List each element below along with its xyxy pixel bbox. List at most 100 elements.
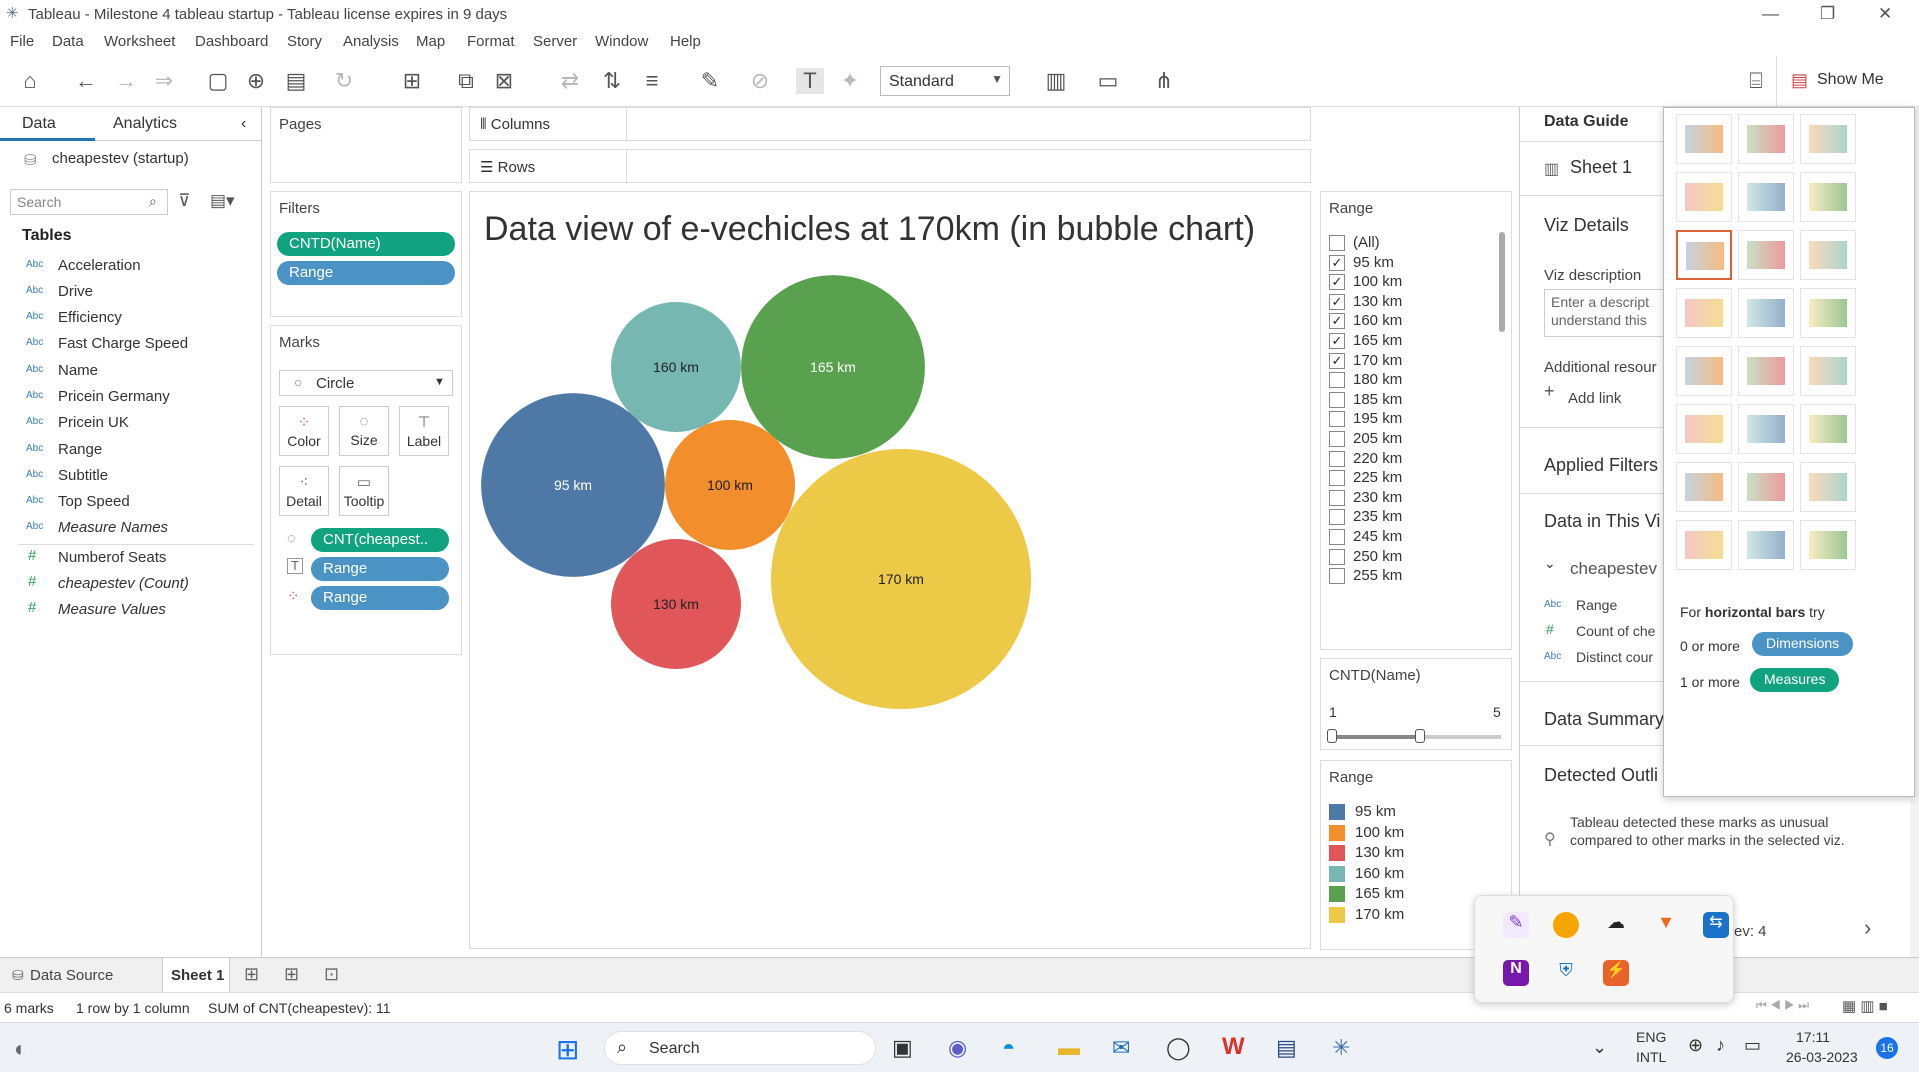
show-cards-icon[interactable]: ▥ bbox=[1042, 68, 1070, 94]
language-line2[interactable]: INTL bbox=[1636, 1049, 1666, 1065]
chart-type-filled-map[interactable] bbox=[1738, 172, 1794, 222]
checkbox[interactable]: ✓ bbox=[1329, 254, 1345, 271]
chart-type-box-and-whisker[interactable] bbox=[1800, 462, 1856, 512]
chart-type-bullet-graph[interactable] bbox=[1738, 520, 1794, 570]
tray-app-icon[interactable] bbox=[1553, 912, 1579, 938]
chart-type-packed-bubbles[interactable] bbox=[1800, 520, 1856, 570]
filter-pill-range[interactable]: Range bbox=[277, 261, 455, 285]
legend-item[interactable]: 160 km bbox=[1329, 863, 1509, 885]
checkbox[interactable] bbox=[1329, 489, 1345, 506]
size-button[interactable]: ◌ Size bbox=[339, 406, 389, 456]
legend-item[interactable]: 130 km bbox=[1329, 842, 1509, 864]
data-guide-icon[interactable]: ⌸ bbox=[1742, 68, 1770, 94]
datasource-name[interactable]: cheapestev (startup) bbox=[52, 150, 189, 167]
dell-icon[interactable]: ◯ bbox=[1166, 1035, 1191, 1061]
color-button[interactable]: ⁘ Color bbox=[279, 406, 329, 456]
checkbox[interactable] bbox=[1329, 450, 1345, 467]
detected-outliers-heading[interactable]: Detected Outli bbox=[1544, 765, 1658, 786]
language-line1[interactable]: ENG bbox=[1636, 1029, 1666, 1045]
tray-app-2-icon[interactable]: ⚡ bbox=[1603, 960, 1629, 986]
slider-min-handle[interactable] bbox=[1327, 729, 1337, 743]
checkbox[interactable] bbox=[1329, 509, 1345, 526]
checkbox[interactable] bbox=[1329, 548, 1345, 565]
pages-card[interactable]: Pages bbox=[270, 107, 462, 183]
windows-start-icon[interactable]: ⊞ bbox=[556, 1033, 579, 1066]
menu-window[interactable]: Window bbox=[595, 33, 648, 50]
marks-pill-count[interactable]: CNT(cheapest.. bbox=[311, 528, 449, 552]
legend-item[interactable]: 95 km bbox=[1329, 801, 1509, 823]
mark-type-select[interactable]: ○ Circle ▼ bbox=[279, 370, 453, 396]
field-item[interactable]: Abc Name bbox=[0, 358, 260, 384]
sort-ascending-icon[interactable]: ⇅ bbox=[598, 68, 626, 94]
duplicate-sheet-icon[interactable]: ⧉ bbox=[452, 68, 480, 94]
fit-select[interactable]: Standard ▼ bbox=[880, 66, 1010, 96]
undo-icon[interactable]: ← bbox=[72, 68, 100, 94]
menu-data[interactable]: Data bbox=[52, 33, 84, 50]
tab-data[interactable]: Data bbox=[0, 107, 95, 141]
chart-type-area-discrete[interactable] bbox=[1738, 404, 1794, 454]
plus-icon[interactable]: + bbox=[1544, 381, 1555, 402]
chart-type-scatter-plot[interactable] bbox=[1676, 462, 1732, 512]
field-item[interactable]: # Numberof Seats bbox=[0, 545, 260, 571]
checkbox[interactable] bbox=[1329, 235, 1345, 251]
menu-help[interactable]: Help bbox=[670, 33, 701, 50]
maximize-icon[interactable]: ❐ bbox=[1820, 4, 1835, 24]
field-item[interactable]: # Measure Values bbox=[0, 597, 260, 623]
scrollbar-thumb[interactable] bbox=[1499, 232, 1505, 332]
sort-descending-icon[interactable]: ≡ bbox=[638, 68, 666, 94]
columns-shelf[interactable]: ⦀ Columns bbox=[469, 107, 1311, 142]
tableau-app-icon[interactable]: ▤ bbox=[1276, 1035, 1297, 1061]
tooltip-button[interactable]: ▭ Tooltip bbox=[339, 466, 389, 516]
clear-sheet-icon[interactable]: ⊠ bbox=[490, 68, 518, 94]
battery-icon[interactable]: ▭ bbox=[1744, 1035, 1761, 1056]
presentation-mode-icon[interactable]: ▭ bbox=[1094, 68, 1122, 94]
marks-pill-range-color[interactable]: Range bbox=[311, 586, 449, 610]
menu-story[interactable]: Story bbox=[287, 33, 322, 50]
menu-file[interactable]: File bbox=[10, 33, 34, 50]
tab-navigation-icon[interactable]: ⏮ ◀ ▶ ⏭ bbox=[1756, 998, 1809, 1013]
highlight-icon[interactable]: ✎ bbox=[696, 68, 724, 94]
tab-analytics[interactable]: Analytics ‹ bbox=[95, 107, 262, 141]
edge-icon[interactable]: ◓ bbox=[1002, 1035, 1015, 1061]
group-icon[interactable]: ⊘ bbox=[746, 68, 774, 94]
home-icon[interactable]: ⌂ bbox=[16, 68, 44, 94]
chart-type-symbol-map[interactable] bbox=[1676, 172, 1732, 222]
checkbox[interactable] bbox=[1329, 568, 1345, 585]
chart-type-side-by-side-circles[interactable] bbox=[1800, 288, 1856, 338]
field-item[interactable]: # cheapestev (Count) bbox=[0, 571, 260, 597]
menu-dashboard[interactable]: Dashboard bbox=[195, 33, 268, 50]
chart-type-circle-views[interactable] bbox=[1738, 288, 1794, 338]
weather-icon[interactable]: ◐ bbox=[14, 1036, 27, 1062]
notification-badge[interactable]: 16 bbox=[1876, 1037, 1898, 1059]
task-view-icon[interactable]: ▣ bbox=[892, 1035, 913, 1061]
chart-type-horizontal-bars[interactable] bbox=[1676, 230, 1732, 280]
replace-data-icon[interactable]: ⇒ bbox=[150, 68, 178, 94]
field-item[interactable]: Abc Top Speed bbox=[0, 489, 260, 515]
chart-type-highlight-table[interactable] bbox=[1800, 114, 1856, 164]
bubble-chart[interactable]: 95 km 100 km 130 km 160 km 165 km 170 km bbox=[470, 192, 1311, 949]
new-worksheet-icon[interactable]: ⊞ bbox=[244, 964, 259, 985]
field-item[interactable]: Abc Pricein Germany bbox=[0, 384, 260, 410]
viz-description-input[interactable]: Enter a descript understand this bbox=[1544, 289, 1664, 337]
chart-type-side-by-side-bars[interactable] bbox=[1800, 230, 1856, 280]
menu-analysis[interactable]: Analysis bbox=[343, 33, 399, 50]
network-icon[interactable]: ⊕ bbox=[1688, 1035, 1703, 1056]
close-icon[interactable]: ✕ bbox=[1878, 4, 1892, 24]
wps-icon[interactable]: W bbox=[1222, 1033, 1245, 1061]
tableau-public-icon[interactable]: ✳ bbox=[1332, 1035, 1350, 1061]
filter-pill-cntd-name[interactable]: CNTD(Name) bbox=[277, 232, 455, 256]
chart-type-dual-lines[interactable] bbox=[1800, 346, 1856, 396]
checkbox[interactable]: ✓ bbox=[1329, 352, 1345, 369]
chart-type-pie-chart[interactable] bbox=[1800, 172, 1856, 222]
field-item[interactable]: Abc Subtitle bbox=[0, 463, 260, 489]
checkbox[interactable]: ✓ bbox=[1329, 333, 1345, 349]
checkbox[interactable] bbox=[1329, 470, 1345, 487]
new-datasource-icon[interactable]: ⊕ bbox=[242, 68, 270, 94]
menu-format[interactable]: Format bbox=[467, 33, 515, 50]
filter-icon[interactable]: ⊽ bbox=[178, 191, 190, 211]
chart-type-dual-combination[interactable] bbox=[1800, 404, 1856, 454]
label-button[interactable]: ⊤ Label bbox=[399, 406, 449, 456]
chart-type-treemap[interactable] bbox=[1676, 288, 1732, 338]
new-worksheet-icon[interactable]: ⊞ bbox=[398, 68, 426, 94]
refresh-icon[interactable]: ↻ bbox=[330, 68, 358, 94]
